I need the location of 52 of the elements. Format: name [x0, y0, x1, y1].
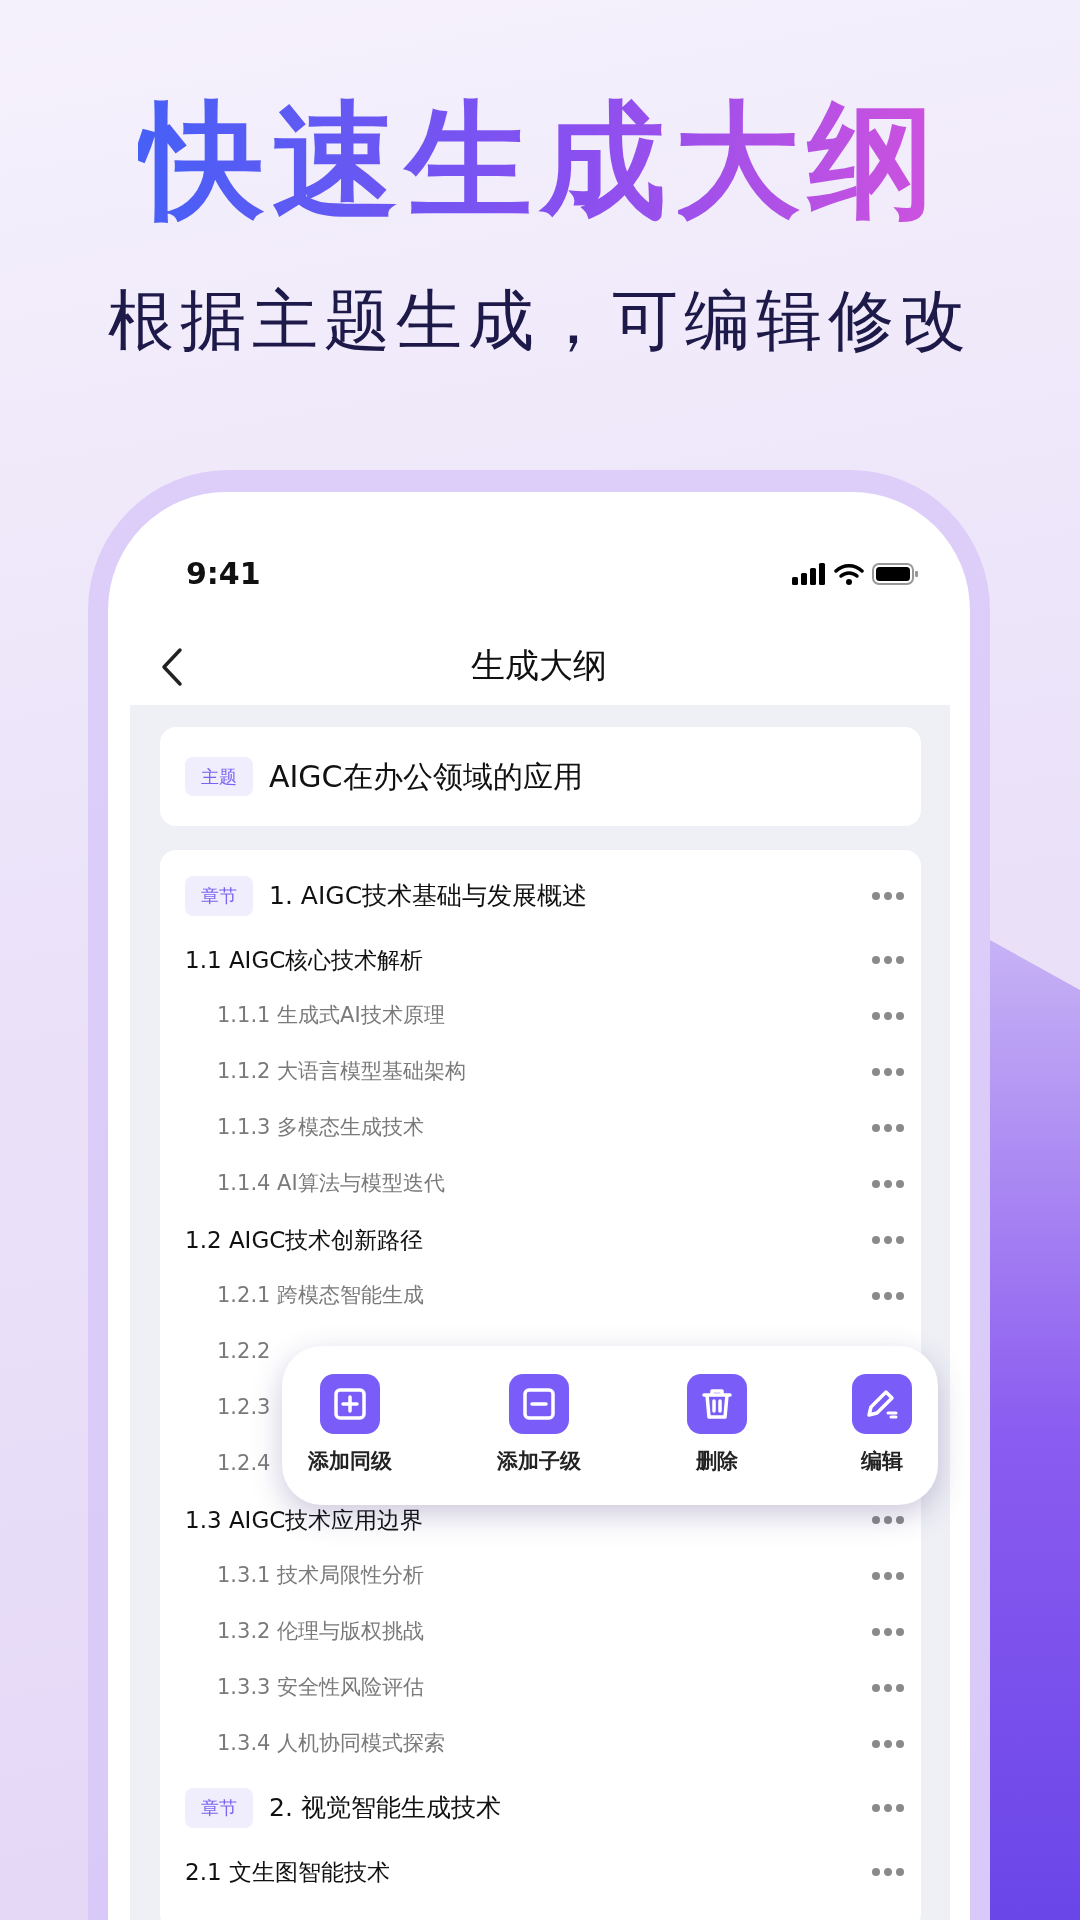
wifi-icon [834, 562, 864, 585]
subtitle: 根据主题生成，可编辑修改 [108, 280, 972, 360]
outline-item: 1.2.2 [217, 1338, 271, 1366]
minus-square-icon [509, 1373, 570, 1434]
more-icon[interactable] [871, 1803, 905, 1813]
status-time: 9:41 [186, 555, 261, 593]
topic-title: AIGC在办公领域的应用 [269, 758, 583, 796]
pencil-icon [852, 1373, 912, 1434]
more-icon[interactable] [871, 1291, 905, 1301]
outline-item: 1.3.3 安全性风险评估 [217, 1674, 425, 1702]
chapter-title: 2. 视觉智能生成技术 [269, 1792, 501, 1825]
outline-item: 1.1 AIGC核心技术解析 [185, 945, 424, 975]
outline-item: 1.3.4 人机协同模式探索 [217, 1730, 446, 1758]
more-icon[interactable] [871, 955, 905, 965]
outline-item: 1.1.3 多模态生成技术 [217, 1114, 425, 1142]
outline-item: 1.2.1 跨模态智能生成 [217, 1282, 425, 1310]
menu-item[interactable]: 编辑 [852, 1373, 912, 1478]
more-icon[interactable] [871, 1627, 905, 1637]
signal-icon [792, 562, 826, 585]
outline-item: 1.3.2 伦理与版权挑战 [217, 1618, 425, 1646]
more-icon[interactable] [871, 1011, 905, 1021]
more-icon[interactable] [871, 1571, 905, 1581]
chapter-tag: 章节 [185, 876, 253, 916]
outline-item: 2.1 文生图智能技术 [185, 1857, 390, 1887]
menu-item[interactable]: 添加同级 [308, 1373, 392, 1478]
more-icon[interactable] [871, 891, 905, 901]
outline-item: 1.1.4 AI算法与模型迭代 [217, 1170, 445, 1198]
trash-icon [686, 1373, 747, 1434]
back-icon[interactable] [160, 647, 184, 687]
menu-item[interactable]: 删除 [686, 1373, 747, 1478]
more-icon[interactable] [871, 1739, 905, 1749]
more-icon[interactable] [871, 1235, 905, 1245]
page-title: 生成大纲 [471, 643, 607, 687]
outline-item: 1.2.3 [217, 1394, 271, 1422]
more-icon[interactable] [871, 1179, 905, 1189]
more-icon[interactable] [871, 1515, 905, 1525]
topic-tag: 主题 [185, 756, 253, 797]
chapter-tag: 章节 [185, 1788, 253, 1828]
more-icon[interactable] [871, 1867, 905, 1877]
menu-item[interactable]: 添加子级 [497, 1373, 582, 1478]
more-icon[interactable] [871, 1067, 905, 1077]
outline-item: 1.2 AIGC技术创新路径 [185, 1225, 424, 1255]
outline-item: 1.1.2 大语言模型基础架构 [217, 1058, 467, 1086]
outline-item: 1.3 AIGC技术应用边界 [185, 1505, 424, 1535]
more-icon[interactable] [871, 1683, 905, 1693]
more-icon[interactable] [871, 1123, 905, 1133]
battery-icon [872, 562, 918, 585]
add-square-icon [320, 1373, 380, 1434]
outline-item: 1.3.1 技术局限性分析 [217, 1562, 425, 1590]
outline-item: 1.1.1 生成式AI技术原理 [217, 1002, 445, 1030]
chapter-title: 1. AIGC技术基础与发展概述 [269, 880, 588, 913]
outline-item: 1.2.4 [217, 1450, 271, 1478]
